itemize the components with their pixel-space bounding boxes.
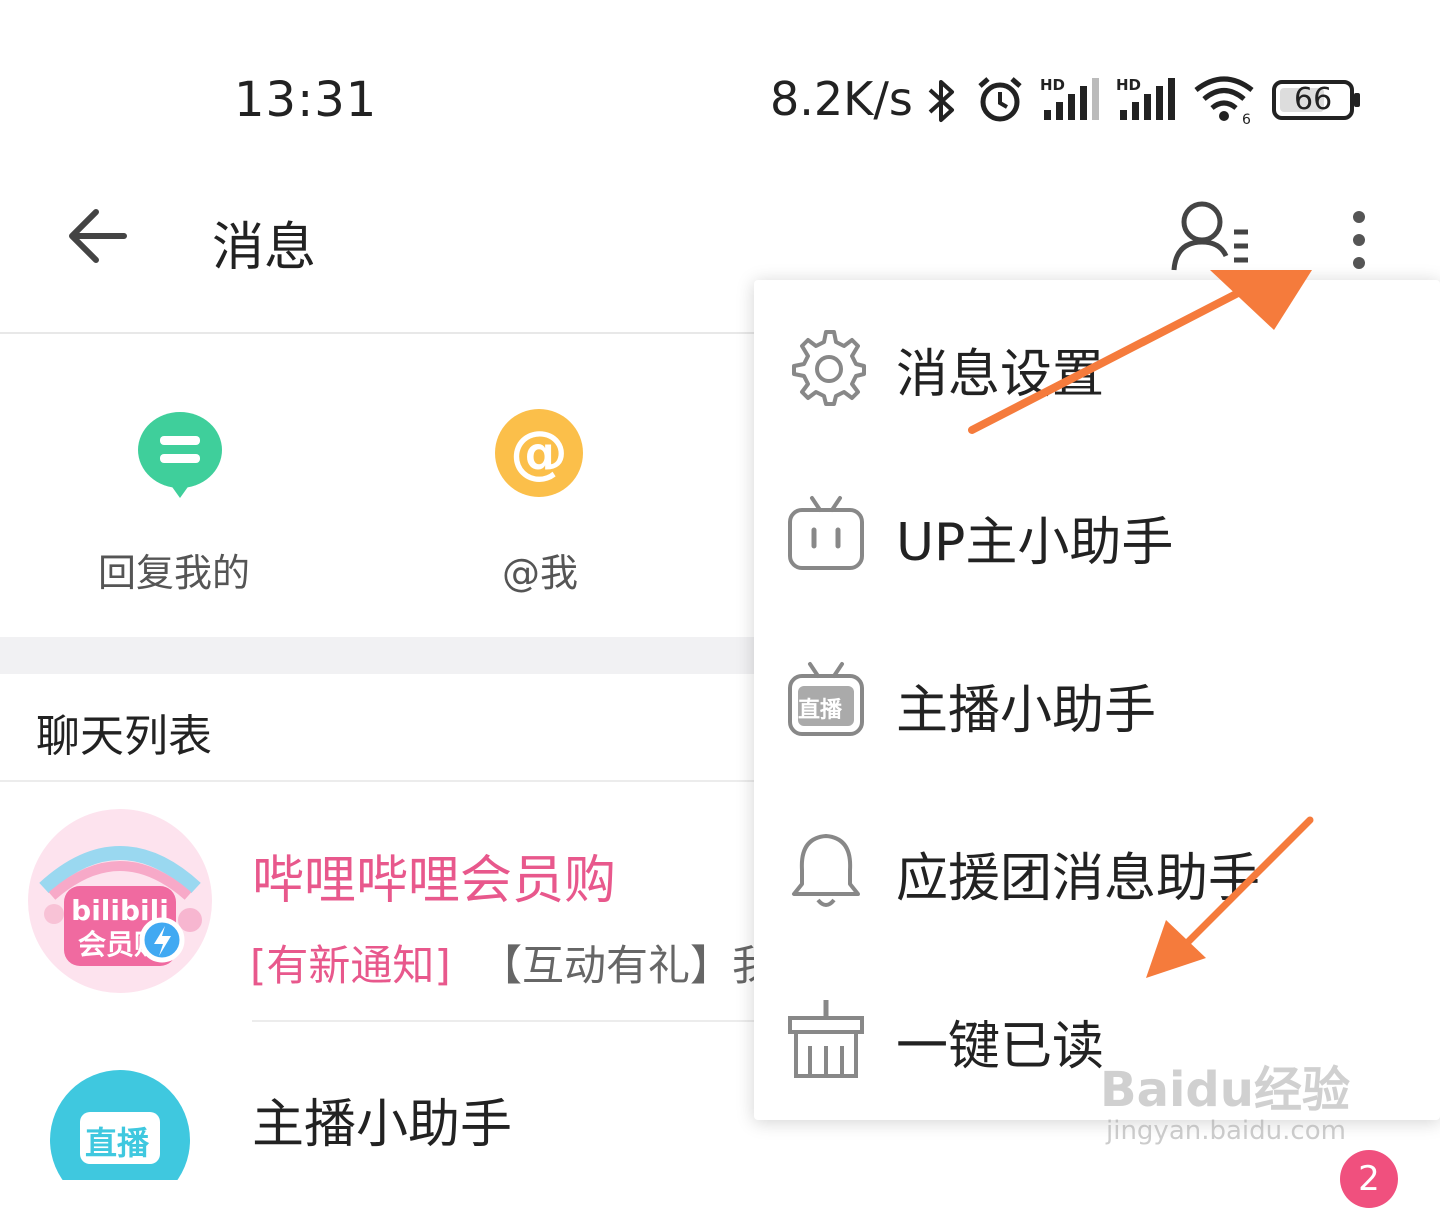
- list-item[interactable]: bilibili 会员购 哔哩哔哩会员购 [有新通知] 【互动有礼】我: [0, 790, 760, 1020]
- svg-text:6: 6: [1242, 112, 1251, 126]
- item-preview: [有新通知] 主播开播了: [250, 1168, 674, 1180]
- contacts-list-icon[interactable]: [1168, 198, 1254, 274]
- svg-text:@: @: [510, 418, 568, 486]
- hd-signal-icon-2: HD: [1116, 76, 1175, 120]
- avatar: bilibili 会员购: [28, 809, 212, 993]
- overflow-menu: 消息设置 UP主小助手 直播 主播小助手 应援团消息助手 一键已读: [754, 280, 1440, 1120]
- menu-label: 一键已读: [896, 1017, 1105, 1077]
- item-preview: 【互动有礼】我: [480, 941, 760, 990]
- shortcut-at-label[interactable]: @我: [502, 542, 578, 597]
- shortcut-reply-label[interactable]: 回复我的: [98, 542, 250, 597]
- item-tag: [有新通知]: [250, 941, 451, 990]
- alarm-icon: [978, 77, 1022, 122]
- svg-text:HD: HD: [1116, 76, 1141, 94]
- status-time: 13:31: [234, 72, 378, 128]
- menu-item-fan-group-assistant[interactable]: 应援团消息助手: [754, 784, 1440, 949]
- watermark-url: jingyan.baidu.com: [1106, 1116, 1346, 1146]
- menu-item-up-assistant[interactable]: UP主小助手: [754, 448, 1440, 613]
- menu-item-message-settings[interactable]: 消息设置: [754, 280, 1440, 445]
- menu-label: 主播小助手: [896, 681, 1157, 741]
- broom-icon: [788, 1000, 864, 1078]
- more-vertical-icon[interactable]: [1335, 205, 1383, 275]
- avatar: 直播: [50, 1070, 190, 1180]
- menu-label: 消息设置: [896, 345, 1105, 405]
- menu-item-anchor-assistant[interactable]: 直播 主播小助手: [754, 616, 1440, 781]
- chat-list-divider: [0, 780, 760, 782]
- reply-bubble-icon[interactable]: [136, 408, 224, 500]
- item-name: 主播小助手: [252, 1095, 513, 1155]
- list-divider: [252, 1020, 760, 1022]
- watermark: Baidu经验: [1100, 1062, 1350, 1118]
- at-icon[interactable]: @: [494, 408, 584, 498]
- battery-level: 66: [1294, 82, 1333, 117]
- back-arrow-icon[interactable]: [62, 200, 134, 272]
- tv-robot-icon: [788, 496, 864, 570]
- hd-signal-icon: HD: [1040, 76, 1099, 120]
- menu-label: UP主小助手: [896, 513, 1174, 573]
- live-tv-icon-label: 直播: [798, 698, 843, 723]
- bluetooth-icon: [928, 80, 954, 122]
- item-name: 哔哩哔哩会员购: [252, 851, 617, 911]
- menu-label: 应援团消息助手: [896, 849, 1261, 909]
- unread-badge: 2: [1340, 1150, 1398, 1208]
- bell-icon: [792, 834, 860, 907]
- chat-list-title: 聊天列表: [36, 711, 212, 762]
- wifi-icon: 6: [1194, 76, 1254, 126]
- page-title: 消息: [212, 218, 317, 278]
- network-speed: 8.2K/s: [770, 72, 913, 126]
- svg-text:HD: HD: [1040, 76, 1065, 94]
- list-item[interactable]: 直播 主播小助手 [有新通知] 主播开播了: [0, 1030, 760, 1180]
- avatar-label: 直播: [85, 1124, 150, 1162]
- gear-icon: [792, 330, 866, 406]
